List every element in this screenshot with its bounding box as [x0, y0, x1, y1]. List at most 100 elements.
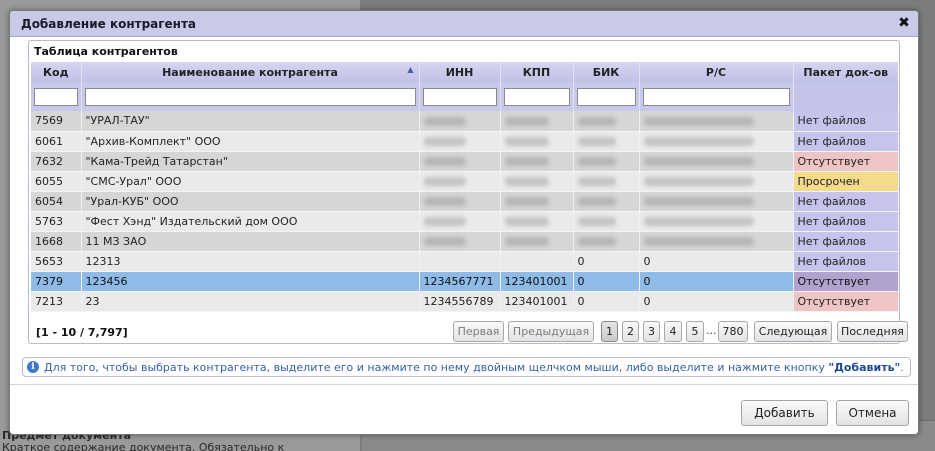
column-header-inn[interactable]: ИНН	[419, 62, 501, 82]
pager-page-2[interactable]: 2	[622, 321, 639, 342]
cell-status: Отсутствует	[793, 151, 899, 172]
redacted-value	[423, 237, 466, 246]
table-row[interactable]: 7569 "УРАЛ-ТАУ" Нет файлов	[31, 111, 899, 132]
cell-rs: 0	[639, 251, 794, 272]
column-header-docs[interactable]: Пакет док-ов	[793, 62, 898, 82]
info-icon: i	[27, 361, 39, 373]
filter-inn-input[interactable]	[422, 87, 497, 106]
cell-inn	[419, 231, 501, 252]
redacted-value	[643, 116, 754, 126]
cell-bik	[573, 211, 640, 232]
cell-code: 7379	[31, 271, 82, 292]
redacted-value	[643, 137, 754, 146]
cell-name: 123456	[81, 271, 420, 292]
cell-code: 7213	[31, 291, 82, 312]
column-header-name-label: Наименование контрагента	[162, 65, 338, 79]
cell-inn	[419, 171, 501, 192]
filter-name-input[interactable]	[84, 87, 416, 106]
redacted-value	[423, 157, 466, 166]
cell-status: Отсутствует	[793, 271, 899, 292]
pager-next-button[interactable]: Следующая	[754, 321, 832, 342]
filter-cell-bik	[573, 82, 640, 111]
cell-kpp	[500, 231, 574, 252]
table-row[interactable]: 1668 11 МЗ ЗАО Нет файлов	[31, 231, 899, 252]
redacted-value	[423, 217, 466, 226]
cell-inn: 1234556789	[419, 291, 501, 312]
cell-rs	[639, 211, 794, 232]
cell-status: Просрочен	[793, 171, 899, 192]
cancel-button[interactable]: Отмена	[836, 400, 909, 426]
pager-page-5[interactable]: 5	[686, 321, 704, 342]
cell-status: Нет файлов	[793, 131, 899, 152]
column-header-name[interactable]: Наименование контрагента ▲	[81, 62, 420, 82]
table-row[interactable]: 7632 "Кама-Трейд Татарстан" Отсутствует	[31, 151, 899, 172]
cell-code: 5763	[31, 211, 82, 232]
redacted-value	[504, 177, 549, 186]
table-row[interactable]: 6055 "СМС-Урал" ООО Просрочен	[31, 171, 899, 192]
cell-bik	[573, 231, 640, 252]
redacted-value	[504, 197, 549, 206]
filter-cell-kpp	[500, 82, 574, 111]
background-subtext: Краткое содержание документа. Обязательн…	[2, 441, 285, 451]
counterparty-grid: Таблица контрагентов Код Наименование ко…	[28, 40, 908, 344]
cell-name: 12313	[81, 251, 420, 272]
cell-bik	[573, 151, 640, 172]
pager-page-4[interactable]: 4	[664, 321, 682, 342]
cell-name: "Урал-КУБ" ООО	[81, 191, 420, 212]
pager-prev-button[interactable]: Предыдущая	[508, 321, 594, 342]
redacted-value	[577, 137, 616, 146]
cell-inn	[419, 251, 501, 272]
filter-kpp-input[interactable]	[503, 87, 570, 106]
cell-code: 1668	[31, 231, 82, 252]
redacted-value	[423, 177, 466, 186]
redacted-value	[643, 217, 754, 226]
table-row[interactable]: 7379 123456 1234567771 123401001 0 0 Отсутству…	[31, 271, 899, 292]
cell-rs: 0	[639, 271, 794, 292]
pager-last-button[interactable]: Последняя	[837, 321, 908, 342]
redacted-value	[423, 116, 466, 126]
column-header-rs[interactable]: Р/С	[639, 62, 794, 82]
cell-kpp	[500, 191, 574, 212]
pager-last-page[interactable]: 780	[718, 321, 748, 342]
cell-bik	[573, 131, 640, 152]
pager-page-3[interactable]: 3	[643, 321, 660, 342]
table-row[interactable]: 6054 "Урал-КУБ" ООО Нет файлов	[31, 191, 899, 212]
filter-bik-input[interactable]	[576, 87, 636, 106]
table-row[interactable]: 5653 12313 0 0 Нет файлов	[31, 251, 899, 272]
redacted-value	[643, 177, 754, 186]
table-row[interactable]: 7213 23 1234556789 123401001 0 0 Отсутствует	[31, 291, 899, 312]
cell-kpp	[500, 131, 574, 152]
add-button[interactable]: Добавить	[741, 400, 828, 426]
filter-rs-input[interactable]	[642, 87, 790, 106]
redacted-value	[643, 237, 754, 246]
pager-first-button[interactable]: Первая	[453, 321, 504, 342]
redacted-value	[504, 157, 549, 166]
table-row[interactable]: 6061 "Архив-Комплект" ООО Нет файлов	[31, 131, 899, 152]
cell-code: 6061	[31, 131, 82, 152]
cell-name: 23	[81, 291, 420, 312]
column-header-code[interactable]: Код	[31, 62, 82, 82]
cell-inn	[419, 191, 501, 212]
redacted-value	[577, 157, 616, 166]
cell-kpp	[500, 111, 574, 132]
redacted-value	[504, 116, 549, 126]
column-header-kpp[interactable]: КПП	[500, 62, 574, 82]
column-header-bik[interactable]: БИК	[573, 62, 640, 82]
cell-name: "Кама-Трейд Татарстан"	[81, 151, 420, 172]
cell-bik: 0	[573, 251, 640, 272]
cell-rs	[639, 171, 794, 192]
cell-rs	[639, 151, 794, 172]
table-row[interactable]: 5763 "Фест Хэнд" Издательский дом ООО Нет …	[31, 211, 899, 232]
cell-kpp: 123401001	[500, 291, 574, 312]
dialog-header: Добавление контрагента ✖	[10, 11, 918, 37]
cell-kpp: 123401001	[500, 271, 574, 292]
cell-code: 7632	[31, 151, 82, 172]
cell-bik	[573, 171, 640, 192]
pager-info: [1 - 10 / 7,797]	[36, 326, 128, 339]
filter-code-input[interactable]	[34, 87, 78, 106]
pager-page-1[interactable]: 1	[601, 321, 618, 342]
cell-rs	[639, 131, 794, 152]
redacted-value	[423, 197, 466, 206]
cell-status: Нет файлов	[793, 111, 899, 132]
close-icon[interactable]: ✖	[897, 15, 911, 31]
